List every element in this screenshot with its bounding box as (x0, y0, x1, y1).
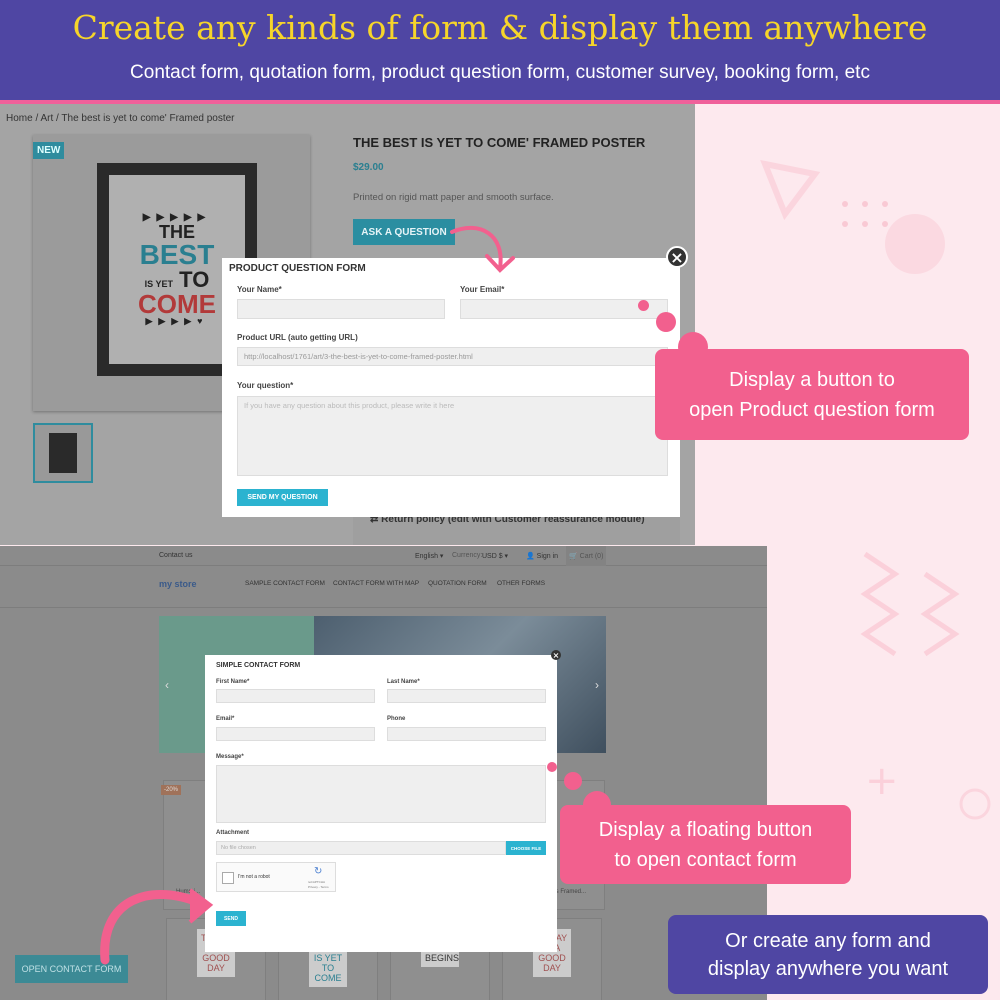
recaptcha-brand: reCAPTCHA (308, 880, 326, 884)
nav-quotation-form[interactable]: QUOTATION FORM (428, 580, 487, 587)
user-icon: 👤 (526, 553, 535, 560)
discount-badge: -20% (161, 785, 182, 795)
callout-anywhere: Or create any form and display anywhere y… (668, 915, 988, 994)
language-select[interactable]: English ▾ (415, 552, 443, 560)
banner-title: Create any kinds of form & display them … (72, 8, 928, 47)
nav-other-forms[interactable]: OTHER FORMS (497, 580, 545, 587)
decor-dot (564, 772, 582, 790)
breadcrumb: Home / Art / The best is yet to come' Fr… (6, 113, 235, 124)
message-textarea[interactable] (216, 765, 546, 823)
first-name-label: First Name* (216, 679, 250, 685)
last-name-label: Last Name* (387, 679, 420, 685)
send-button[interactable]: SEND (216, 911, 246, 926)
message-label: Message* (216, 754, 244, 760)
product-title: THE BEST IS YET TO COME' FRAMED POSTER (353, 135, 646, 150)
send-question-button[interactable]: SEND MY QUESTION (237, 489, 328, 506)
breadcrumb-current: The best is yet to come' Framed poster (61, 113, 235, 124)
recaptcha-checkbox[interactable] (222, 872, 234, 884)
currency-label: Currency: (452, 552, 483, 559)
first-name-input[interactable] (216, 689, 375, 703)
banner-header: Create any kinds of form & display them … (0, 0, 1000, 100)
phone-input[interactable] (387, 727, 546, 741)
svg-text:+: + (865, 758, 899, 804)
email-label: Email* (216, 716, 235, 722)
cart-icon: 🛒 (569, 553, 578, 560)
recaptcha-icon: ↻ (314, 866, 323, 877)
decor-dot (656, 312, 676, 332)
recaptcha-widget: I'm not a robot ↻ reCAPTCHA Privacy - Te… (216, 862, 336, 892)
product-name[interactable]: Hummi... (176, 889, 200, 895)
store-nav: my store SAMPLE CONTACT FORM CONTACT FOR… (0, 566, 767, 608)
question-textarea[interactable]: If you have any question about this prod… (237, 396, 668, 476)
callout-floating-button: Display a floating button to open contact… (560, 805, 851, 884)
store-logo[interactable]: my store (159, 579, 197, 589)
product-price: $29.00 (353, 162, 384, 173)
product-question-modal: PRODUCT QUESTION FORM Your Name* Your Em… (222, 258, 680, 517)
breadcrumb-home[interactable]: Home (6, 113, 33, 124)
url-label: Product URL (auto getting URL) (237, 333, 358, 342)
phone-label: Phone (387, 716, 406, 722)
choose-file-button[interactable]: CHOOSE FILE (506, 841, 546, 855)
currency-select[interactable]: USD $ ▾ (482, 552, 508, 560)
new-badge: NEW (33, 142, 65, 159)
attachment-label: Attachment (216, 830, 250, 836)
callout-product-form: Display a button to open Product question… (655, 349, 969, 440)
modal-title: SIMPLE CONTACT FORM (216, 662, 301, 669)
name-label: Your Name* (237, 285, 282, 294)
name-input[interactable] (237, 299, 445, 319)
sign-in-link[interactable]: 👤 Sign in (526, 552, 558, 560)
url-input[interactable]: http://localhost/1761/art/3-the-best-is-… (237, 347, 668, 366)
email-input[interactable] (216, 727, 375, 741)
banner-subtitle: Contact form, quotation form, product qu… (130, 62, 870, 83)
email-label: Your Email* (460, 285, 505, 294)
close-icon[interactable]: × (551, 650, 561, 660)
nav-sample-contact-form[interactable]: SAMPLE CONTACT FORM (245, 580, 325, 587)
last-name-input[interactable] (387, 689, 546, 703)
product-thumbnail[interactable] (33, 423, 93, 483)
breadcrumb-art[interactable]: Art (40, 113, 53, 124)
slider-next-icon[interactable]: › (595, 678, 599, 692)
product-description: Printed on rigid matt paper and smooth s… (353, 192, 554, 203)
decor-dot (638, 300, 649, 311)
file-input[interactable]: No file chosen (216, 841, 506, 855)
store-topbar: Contact us English ▾ Currency: USD $ ▾ 👤… (0, 546, 767, 566)
decor-dot (547, 762, 557, 772)
email-input[interactable] (460, 299, 668, 319)
contact-form-modal: SIMPLE CONTACT FORM First Name* Last Nam… (205, 655, 557, 952)
nav-contact-form-with-map[interactable]: CONTACT FORM WITH MAP (333, 580, 419, 587)
question-label: Your question* (237, 381, 294, 390)
open-contact-form-button[interactable]: OPEN CONTACT FORM (15, 955, 128, 983)
contact-us-link[interactable]: Contact us (159, 552, 192, 559)
ask-question-button[interactable]: ASK A QUESTION (353, 219, 455, 245)
recaptcha-label: I'm not a robot (238, 874, 270, 880)
modal-title: PRODUCT QUESTION FORM (229, 263, 366, 274)
recaptcha-links[interactable]: Privacy - Terms (308, 885, 329, 889)
close-icon[interactable]: × (666, 246, 688, 268)
slider-prev-icon[interactable]: ‹ (165, 678, 169, 692)
cart-link[interactable]: 🛒 Cart (0) (566, 546, 607, 566)
